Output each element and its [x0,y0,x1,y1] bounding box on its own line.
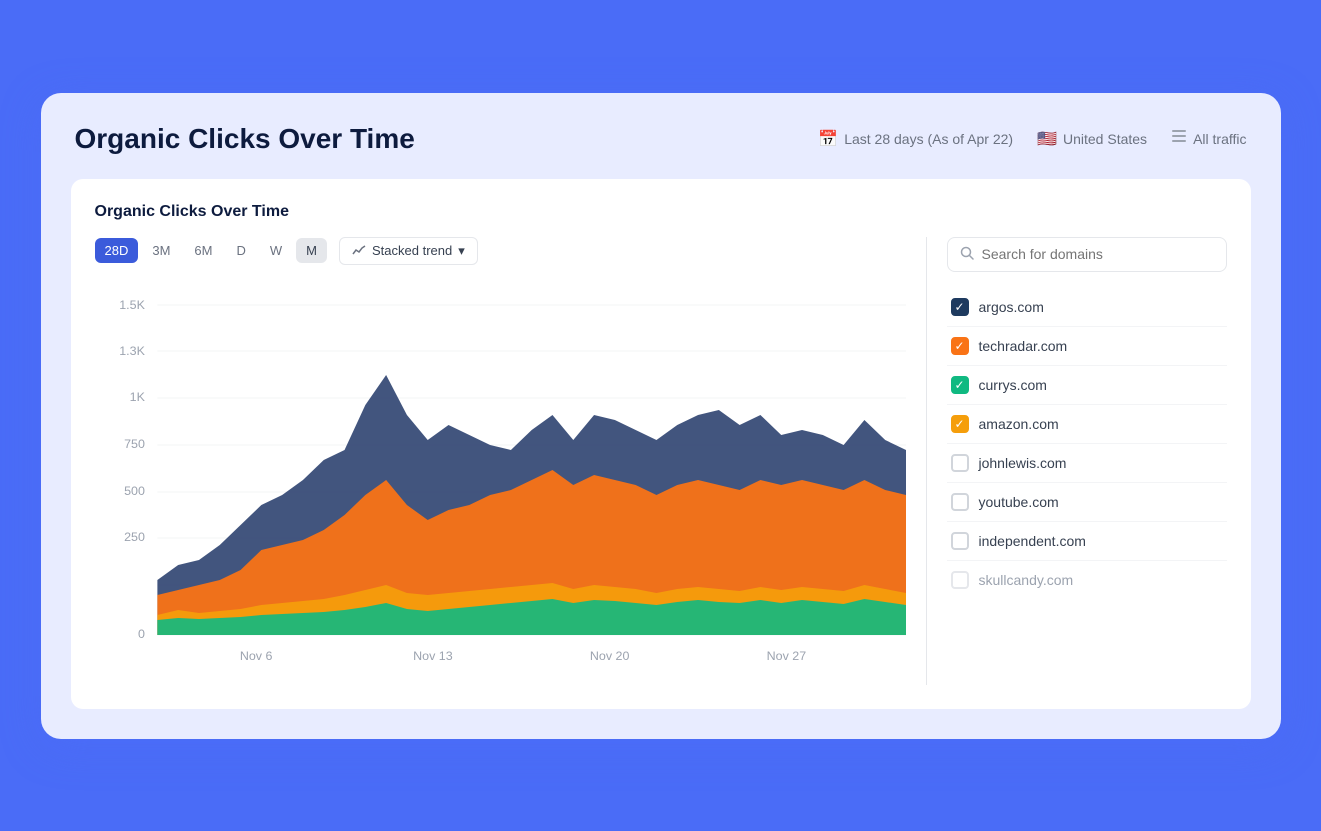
time-btn-w[interactable]: W [260,238,292,263]
checkbox-skullcandy[interactable] [951,571,969,589]
checkbox-independent[interactable] [951,532,969,550]
domain-name-techradar: techradar.com [979,338,1068,354]
traffic-control[interactable]: All traffic [1171,128,1246,149]
date-range-control[interactable]: 📅 Last 28 days (As of Apr 22) [818,129,1013,149]
chart-wrapper: 1.5K 1.3K 1K 750 500 250 0 [95,285,906,685]
domains-section: ✓ argos.com ✓ techradar.com ✓ currys.com [947,237,1227,685]
checkbox-currys[interactable]: ✓ [951,376,969,394]
outer-container: Organic Clicks Over Time 📅 Last 28 days … [41,93,1281,739]
domain-name-independent: independent.com [979,533,1086,549]
country-control[interactable]: 🇺🇸 United States [1037,129,1147,149]
checkbox-amazon[interactable]: ✓ [951,415,969,433]
domain-item-techradar[interactable]: ✓ techradar.com [947,327,1227,366]
svg-text:1.5K: 1.5K [119,298,146,312]
card-title: Organic Clicks Over Time [95,203,1227,221]
country-label: United States [1063,131,1147,147]
domain-item-youtube[interactable]: youtube.com [947,483,1227,522]
svg-text:0: 0 [137,627,144,641]
svg-text:500: 500 [124,484,145,498]
domain-item-argos[interactable]: ✓ argos.com [947,288,1227,327]
domain-item-amazon[interactable]: ✓ amazon.com [947,405,1227,444]
traffic-label: All traffic [1193,131,1246,147]
time-btn-6m[interactable]: 6M [184,238,222,263]
card-body: 28D 3M 6M D W M Stacked trend ▾ [95,237,1227,685]
search-box[interactable] [947,237,1227,272]
domain-name-amazon: amazon.com [979,416,1059,432]
domain-name-currys: currys.com [979,377,1047,393]
svg-text:250: 250 [124,530,145,544]
time-btn-28d[interactable]: 28D [95,238,139,263]
trend-button[interactable]: Stacked trend ▾ [339,237,478,265]
main-card: Organic Clicks Over Time 28D 3M 6M D W M… [71,179,1251,709]
calendar-icon: 📅 [818,129,838,149]
header-controls: 📅 Last 28 days (As of Apr 22) 🇺🇸 United … [818,128,1246,149]
svg-text:750: 750 [124,437,145,451]
trend-label: Stacked trend [372,243,452,258]
chevron-down-icon: ▾ [458,243,465,259]
checkbox-youtube[interactable] [951,493,969,511]
svg-text:Nov 6: Nov 6 [239,649,272,663]
domain-name-johnlewis: johnlewis.com [979,455,1067,471]
svg-text:1K: 1K [129,390,145,404]
domain-name-skullcandy: skullcandy.com [979,572,1074,588]
domain-item-skullcandy[interactable]: skullcandy.com [947,561,1227,599]
traffic-icon [1171,128,1187,149]
page-title: Organic Clicks Over Time [75,123,415,155]
domain-item-johnlewis[interactable]: johnlewis.com [947,444,1227,483]
domain-name-argos: argos.com [979,299,1044,315]
chart-section: 28D 3M 6M D W M Stacked trend ▾ [95,237,906,685]
time-btn-3m[interactable]: 3M [142,238,180,263]
checkbox-techradar[interactable]: ✓ [951,337,969,355]
section-divider [926,237,927,685]
time-btn-m[interactable]: M [296,238,327,263]
domain-list: ✓ argos.com ✓ techradar.com ✓ currys.com [947,288,1227,599]
search-icon [960,246,974,263]
chart-controls: 28D 3M 6M D W M Stacked trend ▾ [95,237,906,265]
svg-text:Nov 27: Nov 27 [766,649,806,663]
page-header: Organic Clicks Over Time 📅 Last 28 days … [71,123,1251,155]
domain-item-independent[interactable]: independent.com [947,522,1227,561]
svg-text:1.3K: 1.3K [119,344,146,358]
time-btn-d[interactable]: D [226,238,255,263]
svg-text:Nov 20: Nov 20 [589,649,629,663]
checkbox-johnlewis[interactable] [951,454,969,472]
checkbox-argos[interactable]: ✓ [951,298,969,316]
chart-svg: 1.5K 1.3K 1K 750 500 250 0 [95,285,906,685]
date-range-label: Last 28 days (As of Apr 22) [844,131,1013,147]
domain-item-currys[interactable]: ✓ currys.com [947,366,1227,405]
trend-icon [352,244,366,258]
svg-text:Nov 13: Nov 13 [413,649,453,663]
flag-icon: 🇺🇸 [1037,129,1057,149]
search-input[interactable] [982,246,1214,262]
domain-name-youtube: youtube.com [979,494,1059,510]
